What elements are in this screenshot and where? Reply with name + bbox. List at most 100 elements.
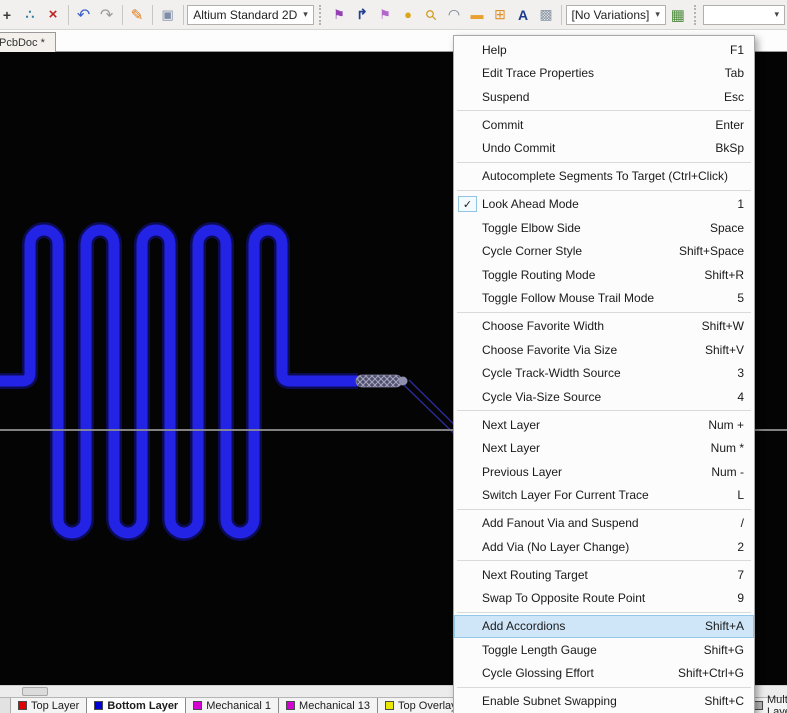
menu-item-label: Choose Favorite Width — [482, 319, 690, 333]
variations-value: [No Variations] — [572, 8, 650, 22]
pad-array-icon[interactable]: ⊞ — [489, 4, 511, 26]
menu-item[interactable]: ✓ Add Via (No Layer Change) 2 — [454, 535, 754, 559]
menu-item[interactable]: ✓ Autocomplete Segments To Target (Ctrl+… — [454, 165, 754, 189]
menu-item[interactable]: ✓ Enable Subnet Swapping Shift+C — [454, 690, 754, 713]
menu-item-label: Commit — [482, 118, 703, 132]
menu-item-label: Switch Layer For Current Trace — [482, 488, 725, 502]
menu-item-label: Toggle Elbow Side — [482, 221, 698, 235]
menu-item[interactable]: ✓ Suspend Esc — [454, 85, 754, 109]
toolbar-drag-handle[interactable] — [694, 5, 698, 25]
fill-icon[interactable]: ▬ — [466, 4, 488, 26]
menu-item[interactable]: ✓ Toggle Length Gauge Shift+G — [454, 638, 754, 662]
toolbar-separator — [152, 5, 153, 25]
menu-item-shortcut: 1 — [737, 197, 744, 211]
altium-pcb-editor-window: + ∴ × ↶ ↷ ✎ ▣ Altium Standard 2D ▾ ⚑ ↱ ⚑… — [0, 0, 787, 713]
menu-item-shortcut: Shift+Space — [679, 244, 744, 258]
menu-item-shortcut: Shift+A — [705, 619, 744, 633]
menu-item-shortcut: 2 — [737, 540, 744, 554]
layer-tab-label: Mechanical 1 — [206, 700, 271, 712]
menu-item[interactable]: ✓ Toggle Routing Mode Shift+R — [454, 263, 754, 287]
variant-chip-icon[interactable]: ▦ — [667, 4, 689, 26]
layer-tab[interactable]: Top Layer — [11, 698, 87, 713]
place-text-icon[interactable]: A — [512, 4, 534, 26]
layer-tab[interactable]: Top Overlay — [378, 698, 465, 713]
menu-item[interactable]: ✓ Cycle Glossing Effort Shift+Ctrl+G — [454, 662, 754, 686]
menu-item-label: Autocomplete Segments To Target (Ctrl+Cl… — [482, 169, 732, 183]
toolbar-drag-handle[interactable] — [319, 5, 323, 25]
layer-tab[interactable]: Mechanical 1 — [186, 698, 279, 713]
menu-item-label: Next Routing Target — [482, 568, 725, 582]
scrollbar-thumb[interactable] — [22, 687, 48, 696]
document-tab[interactable]: PcbDoc * — [0, 32, 56, 52]
main-toolbar: + ∴ × ↶ ↷ ✎ ▣ Altium Standard 2D ▾ ⚑ ↱ ⚑… — [0, 0, 787, 30]
menu-item-shortcut: BkSp — [715, 141, 744, 155]
menu-item[interactable]: ✓ Cycle Corner Style Shift+Space — [454, 240, 754, 264]
menu-item-label: Cycle Via-Size Source — [482, 390, 725, 404]
menu-item-label: Add Accordions — [482, 619, 693, 633]
layer-tab-label: Top Layer — [31, 700, 79, 712]
menu-item[interactable]: ✓ Switch Layer For Current Trace L — [454, 484, 754, 508]
layer-color-chip — [193, 701, 202, 710]
menu-item[interactable]: ✓ Look Ahead Mode 1 — [454, 193, 754, 217]
menu-item-shortcut: F1 — [730, 43, 744, 57]
diff-pair-route-icon[interactable]: ⚑ — [374, 4, 396, 26]
menu-item[interactable]: ✓ Choose Favorite Via Size Shift+V — [454, 338, 754, 362]
menu-item[interactable]: ✓ Undo Commit BkSp — [454, 137, 754, 161]
toolbar-separator — [122, 5, 123, 25]
menu-item-shortcut: Shift+G — [704, 643, 744, 657]
checkmark-icon: ✓ — [458, 196, 477, 212]
menu-item[interactable]: ✓ Add Accordions Shift+A — [454, 615, 754, 639]
menu-item-label: Undo Commit — [482, 141, 703, 155]
menu-item[interactable]: ✓ Cycle Track-Width Source 3 — [454, 362, 754, 386]
empty-dropdown[interactable]: ▾ — [703, 5, 785, 25]
menu-item[interactable]: ✓ Cycle Via-Size Source 4 — [454, 385, 754, 409]
menu-item[interactable]: ✓ Previous Layer Num - — [454, 460, 754, 484]
menu-item[interactable]: ✓ Toggle Follow Mouse Trail Mode 5 — [454, 287, 754, 311]
layer-tab[interactable]: Bottom Layer — [87, 698, 186, 713]
layer-tab-label: Mechanical 13 — [299, 700, 370, 712]
menu-item[interactable]: ✓ Help F1 — [454, 38, 754, 62]
menu-item[interactable]: ✓ Commit Enter — [454, 113, 754, 137]
menu-item-shortcut: 3 — [737, 366, 744, 380]
redo-icon[interactable]: ↷ — [96, 4, 118, 26]
menu-item[interactable]: ✓ Toggle Elbow Side Space — [454, 216, 754, 240]
place-component-icon[interactable]: ▩ — [535, 4, 557, 26]
undo-icon[interactable]: ↶ — [73, 4, 95, 26]
clear-snap-icon[interactable]: × — [42, 4, 64, 26]
key-icon[interactable]: ⚲ — [415, 0, 446, 30]
menu-item-label: Add Via (No Layer Change) — [482, 540, 725, 554]
menu-item-label: Swap To Opposite Route Point — [482, 591, 725, 605]
route-arrow-icon[interactable]: ↱ — [351, 4, 373, 26]
menu-item-label: Toggle Routing Mode — [482, 268, 692, 282]
toolbar-separator — [183, 5, 184, 25]
menu-item-label: Next Layer — [482, 441, 699, 455]
interactive-routing-context-menu: ✓ Help F1 ✓ Edit Trace Properties Tab ✓ … — [453, 35, 755, 713]
menu-item[interactable]: ✓ Swap To Opposite Route Point 9 — [454, 587, 754, 611]
menu-item-shortcut: Shift+R — [704, 268, 744, 282]
pencil-icon[interactable]: ✎ — [126, 4, 148, 26]
layer-tab[interactable]: Mechanical 13 — [279, 698, 378, 713]
menu-item-shortcut: Esc — [724, 90, 744, 104]
cursor-add-icon[interactable]: + — [0, 4, 18, 26]
menu-item[interactable]: ✓ Add Fanout Via and Suspend / — [454, 512, 754, 536]
menu-item-shortcut: Num + — [708, 418, 744, 432]
menu-item[interactable]: ✓ Next Layer Num + — [454, 413, 754, 437]
interactive-route-icon[interactable]: ⚑ — [328, 4, 350, 26]
menu-item-shortcut: Num * — [711, 441, 744, 455]
tab-scroll-button[interactable] — [0, 698, 11, 713]
board-insight-icon[interactable]: ▣ — [157, 4, 179, 26]
menu-item-label: Toggle Length Gauge — [482, 643, 692, 657]
menu-item-shortcut: 9 — [737, 591, 744, 605]
snap-points-icon[interactable]: ∴ — [19, 4, 41, 26]
menu-item[interactable]: ✓ Next Routing Target 7 — [454, 563, 754, 587]
view-style-dropdown[interactable]: Altium Standard 2D ▾ — [187, 5, 314, 25]
serpentine-trace — [0, 230, 358, 533]
menu-item[interactable]: ✓ Next Layer Num * — [454, 437, 754, 461]
layer-tab-label: Top Overlay — [398, 700, 457, 712]
menu-item-shortcut: Shift+W — [702, 319, 744, 333]
variations-dropdown[interactable]: [No Variations] ▾ — [566, 5, 666, 25]
menu-item-shortcut: Shift+V — [705, 343, 744, 357]
hatched-route-segment — [356, 375, 402, 387]
menu-item[interactable]: ✓ Choose Favorite Width Shift+W — [454, 315, 754, 339]
menu-item[interactable]: ✓ Edit Trace Properties Tab — [454, 62, 754, 86]
